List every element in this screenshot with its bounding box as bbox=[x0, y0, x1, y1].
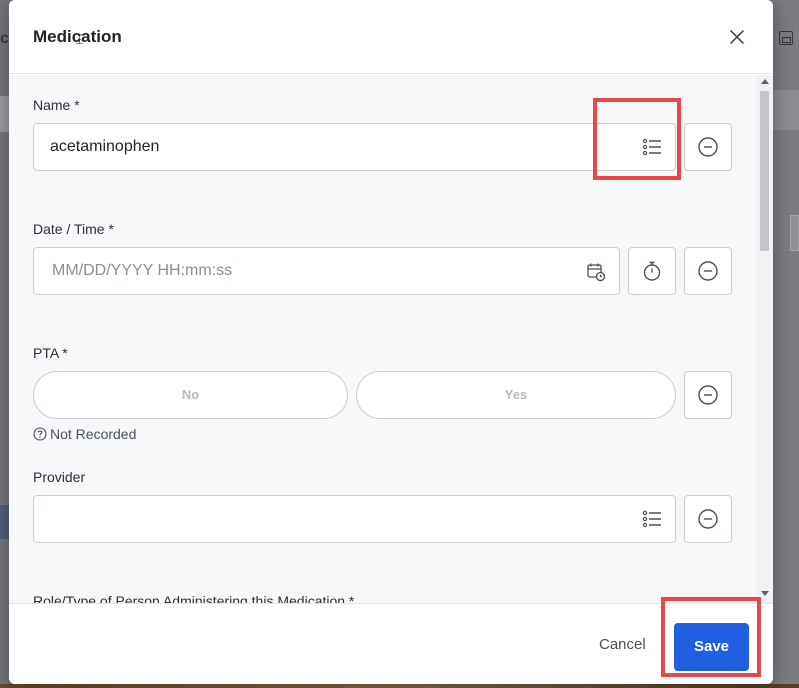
remove-datetime-button[interactable] bbox=[684, 247, 732, 295]
dialog-footer: Cancel Save bbox=[9, 603, 773, 684]
name-label: Name * bbox=[33, 97, 80, 113]
backdrop-button bbox=[790, 215, 799, 251]
stopwatch-icon bbox=[643, 261, 661, 281]
remove-name-button[interactable] bbox=[684, 123, 732, 171]
pta-option-yes[interactable]: Yes bbox=[356, 371, 676, 419]
scroll-down-arrow-icon[interactable] bbox=[761, 591, 769, 596]
name-input[interactable]: acetaminophen bbox=[33, 123, 676, 171]
datetime-input[interactable]: MM/DD/YYYY HH:mm:ss bbox=[33, 247, 620, 295]
backdrop-panel bbox=[773, 90, 799, 130]
role-label: Role/Type of Person Administering this M… bbox=[33, 593, 355, 603]
text-cursor-icon: ⌶ bbox=[75, 30, 85, 48]
medication-dialog: Medication ⌶ Name * acetaminophen Date /… bbox=[9, 0, 773, 684]
close-icon bbox=[730, 30, 744, 44]
cancel-button[interactable]: Cancel bbox=[599, 636, 646, 653]
question-circle-icon bbox=[33, 427, 47, 441]
scroll-thumb[interactable] bbox=[760, 91, 769, 251]
scroll-up-arrow-icon[interactable] bbox=[761, 79, 769, 84]
dialog-scrollbar[interactable] bbox=[756, 75, 773, 603]
pta-label: PTA * bbox=[33, 345, 68, 361]
minus-circle-icon bbox=[698, 261, 718, 281]
provider-label: Provider bbox=[33, 469, 86, 485]
minus-circle-icon bbox=[698, 385, 718, 405]
provider-input[interactable] bbox=[33, 495, 676, 543]
datetime-label: Date / Time * bbox=[33, 221, 114, 237]
remove-pta-button[interactable] bbox=[684, 371, 732, 419]
set-now-button[interactable] bbox=[628, 247, 676, 295]
pta-status: Not Recorded bbox=[33, 426, 136, 442]
datetime-placeholder: MM/DD/YYYY HH:mm:ss bbox=[52, 262, 233, 279]
save-disk-icon bbox=[779, 31, 793, 45]
pta-option-no[interactable]: No bbox=[33, 371, 348, 419]
minus-circle-icon bbox=[698, 137, 718, 157]
name-value: acetaminophen bbox=[50, 138, 160, 155]
backdrop-bottom-strip bbox=[0, 684, 799, 688]
remove-provider-button[interactable] bbox=[684, 495, 732, 543]
highlight-list-icon bbox=[593, 98, 681, 180]
list-icon[interactable] bbox=[641, 508, 663, 530]
pta-status-text: Not Recorded bbox=[50, 426, 137, 442]
backdrop-text: c bbox=[0, 30, 9, 47]
minus-circle-icon bbox=[698, 509, 718, 529]
dialog-header: Medication ⌶ bbox=[9, 0, 773, 74]
highlight-save-button bbox=[661, 597, 761, 677]
close-button[interactable] bbox=[725, 25, 749, 49]
calendar-clock-icon[interactable] bbox=[585, 261, 607, 283]
